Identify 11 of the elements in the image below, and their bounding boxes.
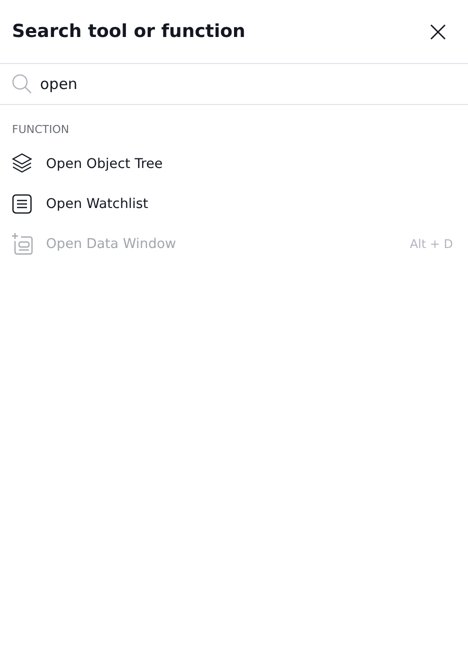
list-icon (12, 194, 32, 214)
search-icon (12, 74, 32, 94)
menu-item[interactable]: Open Object Tree (0, 144, 468, 184)
layers-icon (12, 153, 32, 175)
close-button[interactable] (428, 22, 448, 42)
close-icon (430, 24, 446, 40)
data-window-icon (11, 233, 33, 255)
shortcut-hint: Alt + D (410, 237, 453, 251)
dialog-title: Search tool or function (12, 21, 246, 42)
menu-item[interactable]: Open Watchlist (0, 184, 468, 224)
section-heading: FUNCTION (11, 122, 70, 138)
